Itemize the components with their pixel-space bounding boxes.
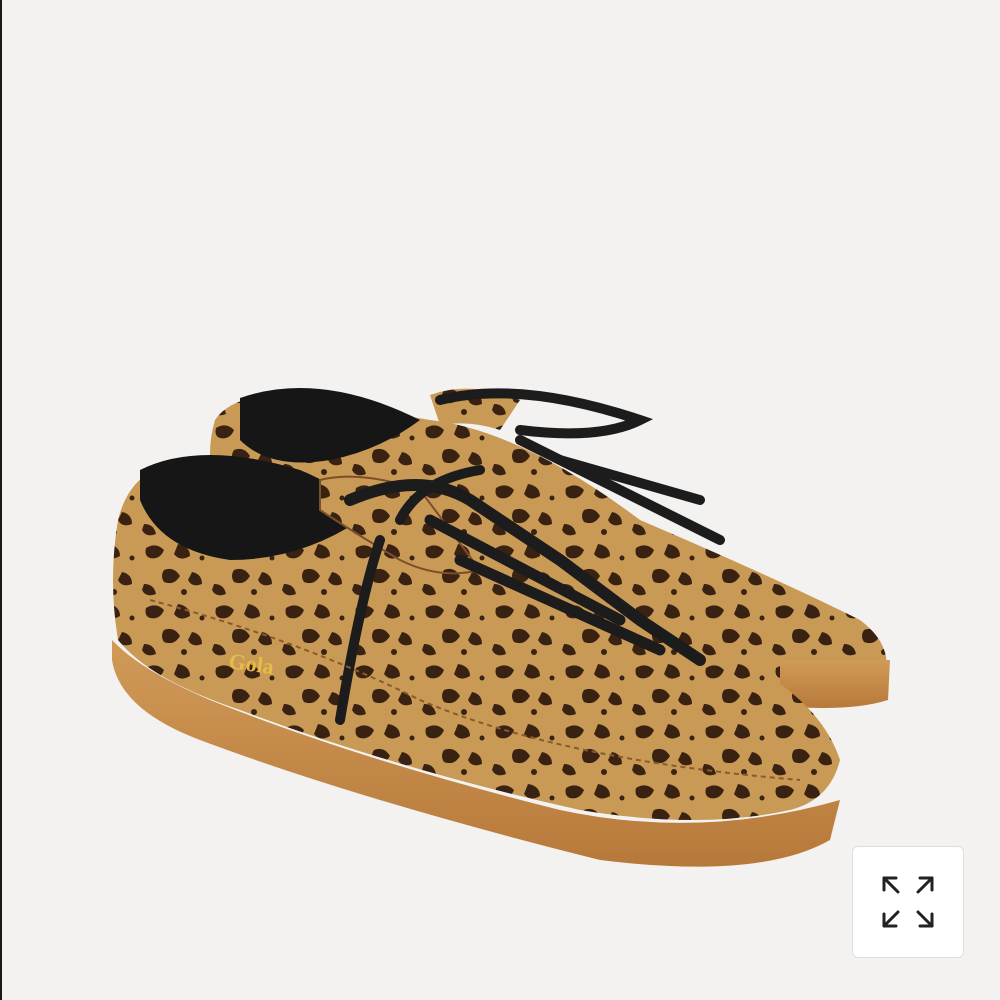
product-image-viewer: Gola (0, 0, 1000, 1000)
leopard-sneakers-image: Gola (112, 387, 890, 867)
expand-image-button[interactable] (852, 846, 964, 958)
expand-icon (882, 876, 934, 928)
